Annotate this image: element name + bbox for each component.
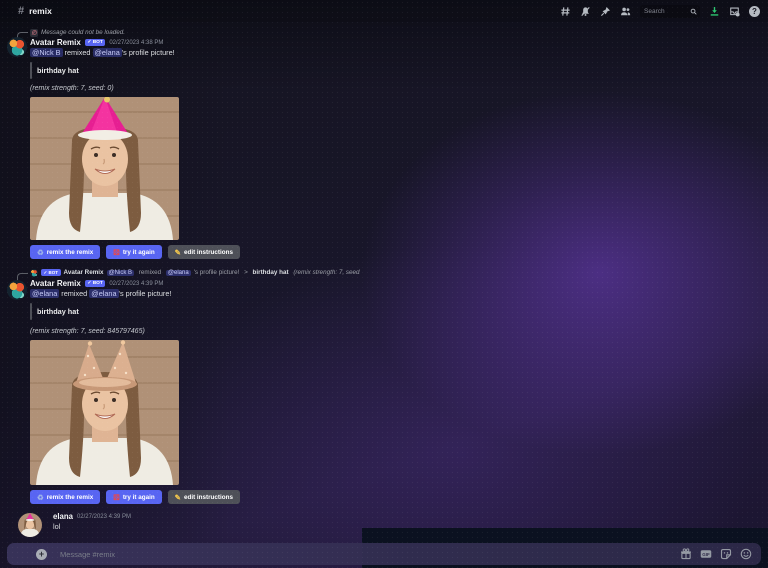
mention-elana[interactable]: @elana (30, 289, 59, 298)
message-unavailable-icon (30, 29, 38, 37)
blockquote: birthday hat (30, 303, 430, 320)
quoted-prompt: birthday hat (253, 269, 291, 276)
message-elana: elana 02/27/2023 4:39 PM lol (0, 511, 430, 532)
timestamp: 02/27/2023 4:38 PM (109, 40, 163, 46)
reply-text: Message could not be loaded. (41, 29, 125, 36)
text-segment: 's profile picture! (122, 48, 175, 57)
remix-caption: (remix strength: 7, seed: 845797465) (30, 328, 430, 336)
reply-author-name: Avatar Remix (64, 269, 104, 276)
mention-nick-b: @Nick B (107, 270, 134, 276)
remix-caption: (remix strength: 7, seed: 0) (30, 85, 430, 93)
remixed-image-1[interactable] (30, 97, 179, 240)
message-text: lol (53, 522, 430, 532)
mention-elana: @elana (166, 270, 191, 276)
avatar-remix-bot-avatar[interactable] (7, 280, 27, 300)
timestamp: 02/27/2023 4:39 PM (77, 514, 131, 520)
text-segment: remixed (63, 48, 93, 57)
inbox-icon[interactable] (729, 6, 740, 17)
download-apps-icon[interactable] (709, 6, 720, 17)
threads-icon[interactable] (560, 6, 571, 17)
search-input[interactable]: Search (640, 5, 700, 18)
button-label: edit instructions (184, 494, 233, 501)
die-emoji-icon: ⚄ (113, 494, 120, 501)
blockquote-text: birthday hat (37, 303, 79, 320)
discord-window: # remix Search (0, 0, 768, 568)
message-composer[interactable]: + Message #remix GIF (7, 543, 761, 565)
emoji-picker-icon[interactable] (740, 548, 752, 560)
avatar-remix-bot-avatar[interactable] (7, 37, 27, 57)
blockquote-bar (30, 303, 32, 320)
bot-badge: ✓ BOT (41, 269, 61, 276)
bot-action-buttons: ♻ remix the remix ⚄ try it again ✎ edit … (30, 490, 430, 504)
pinned-messages-icon[interactable] (600, 6, 611, 17)
bot-action-buttons: ♻ remix the remix ⚄ try it again ✎ edit … (30, 245, 430, 259)
remix-the-remix-button[interactable]: ♻ remix the remix (30, 245, 100, 259)
gif-label: GIF (702, 552, 710, 557)
remixed-image-2[interactable] (30, 340, 179, 485)
blockquote-bar (30, 62, 32, 79)
try-it-again-button[interactable]: ⚄ try it again (106, 490, 161, 504)
edit-instructions-button[interactable]: ✎ edit instructions (168, 245, 240, 259)
button-label: remix the remix (47, 249, 94, 256)
button-label: edit instructions (184, 249, 233, 256)
reply-author-avatar (30, 269, 38, 277)
notifications-muted-bell-icon[interactable] (580, 6, 591, 17)
text-segment: remixed (137, 269, 163, 276)
timestamp: 02/27/2023 4:39 PM (109, 281, 163, 287)
button-label: try it again (123, 494, 155, 501)
text-segment: 's profile picture! (194, 269, 241, 276)
message-bot-2: ✓ BOT Avatar Remix @Nick B remixed @elan… (0, 268, 430, 504)
search-icon (690, 8, 697, 15)
button-label: remix the remix (47, 494, 94, 501)
mention-elana[interactable]: @elana (93, 48, 122, 57)
reply-preview-unloaded[interactable]: Message could not be loaded. (30, 28, 360, 37)
author-name[interactable]: Avatar Remix (30, 38, 81, 47)
channel-name: remix (29, 6, 52, 16)
sticker-picker-icon[interactable] (720, 548, 732, 560)
button-label: try it again (123, 249, 155, 256)
pencil-emoji-icon: ✎ (175, 249, 181, 256)
gif-picker-icon[interactable]: GIF (700, 548, 712, 560)
reply-preview[interactable]: ✓ BOT Avatar Remix @Nick B remixed @elan… (30, 268, 360, 277)
attach-plus-icon[interactable]: + (36, 549, 47, 560)
search-placeholder: Search (644, 8, 688, 15)
message-text: @Nick B remixed @elana's profile picture… (30, 48, 430, 58)
die-emoji-icon: ⚄ (113, 249, 120, 256)
composer-placeholder[interactable]: Message #remix (60, 550, 680, 559)
edit-instructions-button[interactable]: ✎ edit instructions (168, 490, 240, 504)
channel-title: # remix (18, 6, 52, 17)
elana-avatar[interactable] (18, 513, 42, 537)
quoted-caption: (remix strength: 7, seed: 0) (293, 269, 360, 276)
mention-nick-b[interactable]: @Nick B (30, 48, 63, 57)
author-name[interactable]: elana (53, 512, 73, 521)
recycle-emoji-icon: ♻ (37, 249, 44, 256)
bot-badge: ✓ BOT (85, 39, 105, 46)
try-it-again-button[interactable]: ⚄ try it again (106, 245, 161, 259)
remix-the-remix-button[interactable]: ♻ remix the remix (30, 490, 100, 504)
blockquote-text: birthday hat (37, 62, 79, 79)
text-segment: 's profile picture! (119, 289, 172, 298)
blockquote: birthday hat (30, 62, 430, 79)
channel-header: # remix Search (0, 0, 768, 22)
text-segment: remixed (59, 289, 89, 298)
pencil-emoji-icon: ✎ (175, 494, 181, 501)
message-text: @elana remixed @elana's profile picture! (30, 289, 430, 299)
bot-badge: ✓ BOT (85, 280, 105, 287)
message-bot-1: Message could not be loaded. Avatar Remi… (0, 28, 430, 259)
hash-icon: # (18, 6, 24, 17)
recycle-emoji-icon: ♻ (37, 494, 44, 501)
gift-icon[interactable] (680, 548, 692, 560)
author-name[interactable]: Avatar Remix (30, 279, 81, 288)
member-list-icon[interactable] (620, 6, 631, 17)
mention-elana[interactable]: @elana (89, 289, 118, 298)
quote-prefix: > (244, 269, 249, 276)
help-icon[interactable]: ? (749, 6, 760, 17)
